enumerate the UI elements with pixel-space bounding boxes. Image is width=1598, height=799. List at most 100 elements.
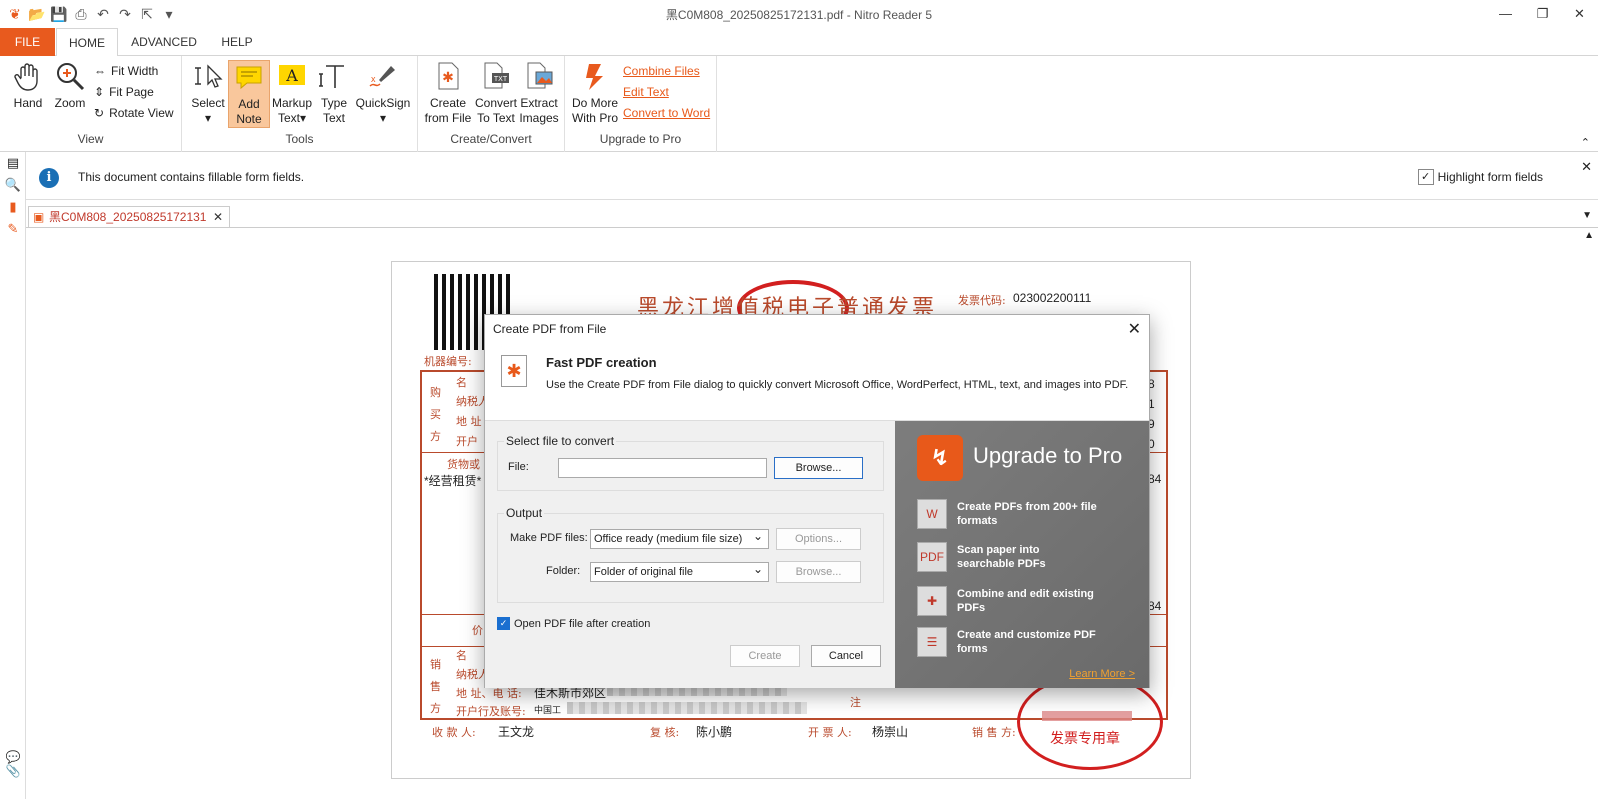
highlight-form-fields-toggle[interactable]: ✓ Highlight form fields xyxy=(1417,169,1543,185)
buyer-label: 购 买 方 xyxy=(430,382,441,448)
group-label-create: Create/Convert xyxy=(450,132,532,146)
minimize-button[interactable]: — xyxy=(1487,0,1524,28)
fit-width-icon: ⇔ xyxy=(94,64,106,78)
convert-to-word-link[interactable]: Convert to Word xyxy=(623,106,710,120)
seller-bank-value: 中国工 xyxy=(534,705,562,715)
promo-item: ✚ Combine and edit existing PDFs xyxy=(917,586,1097,616)
options-button[interactable]: Options... xyxy=(776,528,861,550)
word-doc-icon: W xyxy=(917,499,947,529)
edit-text-link[interactable]: Edit Text xyxy=(623,85,669,99)
learn-more-link[interactable]: Learn More > xyxy=(1069,668,1135,680)
seller-bank-label: 开户行及账号: xyxy=(456,705,526,718)
title-bar: ❦ 📂 💾 ⎙ ↶ ↷ ⇱ ▾ 黑C0M808_20250825172131.p… xyxy=(0,0,1598,28)
promo-item: W Create PDFs from 200+ file formats xyxy=(917,499,1097,529)
scroll-up-icon[interactable]: ▲ xyxy=(1584,230,1594,241)
signatures-panel-icon[interactable]: ✎ xyxy=(0,218,26,240)
group-create-convert: ✱ Create from File TXT Convert To Text Ext… xyxy=(418,56,565,152)
bookmarks-panel-icon[interactable]: ▮ xyxy=(0,196,26,218)
collapse-ribbon-icon[interactable]: ⌃ xyxy=(1581,136,1590,149)
cancel-button[interactable]: Cancel xyxy=(811,645,881,667)
tab-file[interactable]: FILE xyxy=(0,28,55,56)
group-view: Hand Zoom ⇔ Fit Width ⇕ Fit Page ↻ Rotate V… xyxy=(0,56,182,152)
group-label-tools: Tools xyxy=(285,132,314,146)
left-sidebar: ▤ 🔍 ▮ ✎ xyxy=(0,152,26,799)
convert-text-icon: TXT xyxy=(484,62,509,89)
dialog-close-icon[interactable]: ✕ xyxy=(1128,319,1141,339)
group-label-view: View xyxy=(77,132,104,146)
open-after-checkbox[interactable]: ✓ xyxy=(497,617,510,630)
close-window-button[interactable]: ✕ xyxy=(1561,0,1598,28)
rotate-icon: ↻ xyxy=(94,106,105,120)
tab-help[interactable]: HELP xyxy=(212,28,262,56)
infobar-message: This document contains fillable form fie… xyxy=(78,170,305,184)
goods-item: *经营租赁* xyxy=(424,474,482,488)
seller-side-label: 销 售 方 xyxy=(430,654,441,720)
close-tab-icon[interactable]: ✕ xyxy=(213,207,223,227)
stamp-text: 发票专用章 xyxy=(1050,731,1120,747)
zoom-icon xyxy=(57,63,85,91)
make-pdf-select[interactable]: Office ready (medium file size) xyxy=(590,527,769,549)
add-note-button[interactable]: Add Note xyxy=(228,60,270,128)
create-button[interactable]: Create xyxy=(730,645,800,667)
upgrade-promo-panel: ↯ Upgrade to Pro W Create PDFs from 200+ … xyxy=(895,421,1149,688)
extract-images-button[interactable]: Extract Images xyxy=(518,60,560,126)
restore-button[interactable]: ❐ xyxy=(1524,0,1561,28)
zoom-button[interactable]: Zoom xyxy=(50,60,90,111)
markup-text-button[interactable]: A Markup Text▾ xyxy=(270,60,314,126)
pdf-file-icon: ▣ xyxy=(33,210,45,224)
comments-panel-icon[interactable]: 💬 xyxy=(0,750,26,764)
browse-file-button[interactable]: Browse... xyxy=(774,457,863,479)
svg-text:✱: ✱ xyxy=(442,69,454,85)
dialog-form: Select file to convert File: Browse... O… xyxy=(485,421,895,688)
promo-item: ☰ Create and customize PDF forms xyxy=(917,627,1097,657)
select-file-fieldset: Select file to convert File: Browse... xyxy=(497,434,884,491)
create-pdf-icon: ✱ xyxy=(438,62,459,90)
combine-files-link[interactable]: Combine Files xyxy=(623,64,700,78)
select-cursor-icon xyxy=(195,64,223,88)
dialog-description: Use the Create PDF from File dialog to q… xyxy=(546,379,1129,391)
rotate-view-button[interactable]: ↻ Rotate View xyxy=(94,106,174,120)
close-infobar-icon[interactable]: ✕ xyxy=(1581,159,1592,175)
convert-to-text-button[interactable]: TXT Convert To Text xyxy=(473,60,519,126)
attachments-panel-icon[interactable]: 📎 xyxy=(0,764,26,778)
browse-folder-button[interactable]: Browse... xyxy=(776,561,861,583)
search-panel-icon[interactable]: 🔍 xyxy=(0,174,26,196)
hand-button[interactable]: Hand xyxy=(8,60,48,111)
promo-item-text: Scan paper into searchable PDFs xyxy=(957,544,1046,570)
open-after-creation-option[interactable]: ✓ Open PDF file after creation xyxy=(497,617,650,630)
seller-char-3: 方 xyxy=(430,702,441,715)
create-from-file-button[interactable]: ✱ Create from File xyxy=(424,60,472,126)
highlight-icon: A xyxy=(279,65,305,85)
dialog-header: ✱ Fast PDF creation Use the Create PDF f… xyxy=(485,343,1149,421)
do-more-with-pro-button[interactable]: Do More With Pro xyxy=(569,60,621,126)
redacted-stamp xyxy=(1042,711,1132,721)
svg-text:A: A xyxy=(285,66,298,85)
promo-item-text: Create and customize PDF forms xyxy=(957,629,1096,655)
pages-panel-icon[interactable]: ▤ xyxy=(0,152,26,174)
fit-page-button[interactable]: ⇕ Fit Page xyxy=(94,85,154,99)
redacted-bank xyxy=(567,702,807,714)
ribbon: Hand Zoom ⇔ Fit Width ⇕ Fit Page ↻ Rotate V… xyxy=(0,56,1598,152)
file-label: File: xyxy=(508,461,529,473)
file-input[interactable] xyxy=(558,458,767,478)
tab-list-icon[interactable]: ▼ xyxy=(1582,210,1592,221)
tab-home[interactable]: HOME xyxy=(56,28,118,57)
fit-width-button[interactable]: ⇔ Fit Width xyxy=(94,64,158,78)
tab-advanced[interactable]: ADVANCED xyxy=(124,28,204,56)
type-text-button[interactable]: Type Text xyxy=(316,60,352,126)
seller-name-label: 名 xyxy=(456,649,467,662)
reviewer-label: 复 核: xyxy=(650,726,680,739)
invoice-stamp xyxy=(1017,674,1163,770)
folder-select[interactable]: Folder of original file xyxy=(590,560,769,582)
group-tools: Select ▾ Add Note A Markup Text▾ Type Text x… xyxy=(182,56,418,152)
select-button[interactable]: Select ▾ xyxy=(188,60,228,126)
highlight-checkbox[interactable]: ✓ xyxy=(1417,169,1434,185)
document-tab[interactable]: ▣ 黑C0M808_20250825172131 ✕ xyxy=(28,206,230,228)
quicksign-button[interactable]: x QuickSign ▾ xyxy=(354,60,412,126)
window-title: 黑C0M808_20250825172131.pdf - Nitro Reade… xyxy=(665,8,933,22)
amount-2: 84 xyxy=(1148,599,1162,613)
payee-label: 收 款 人: xyxy=(432,726,476,739)
create-pdf-icon: ✱ xyxy=(501,355,527,387)
buyer-char-2: 买 xyxy=(430,408,441,421)
payee-value: 王文龙 xyxy=(498,725,535,739)
